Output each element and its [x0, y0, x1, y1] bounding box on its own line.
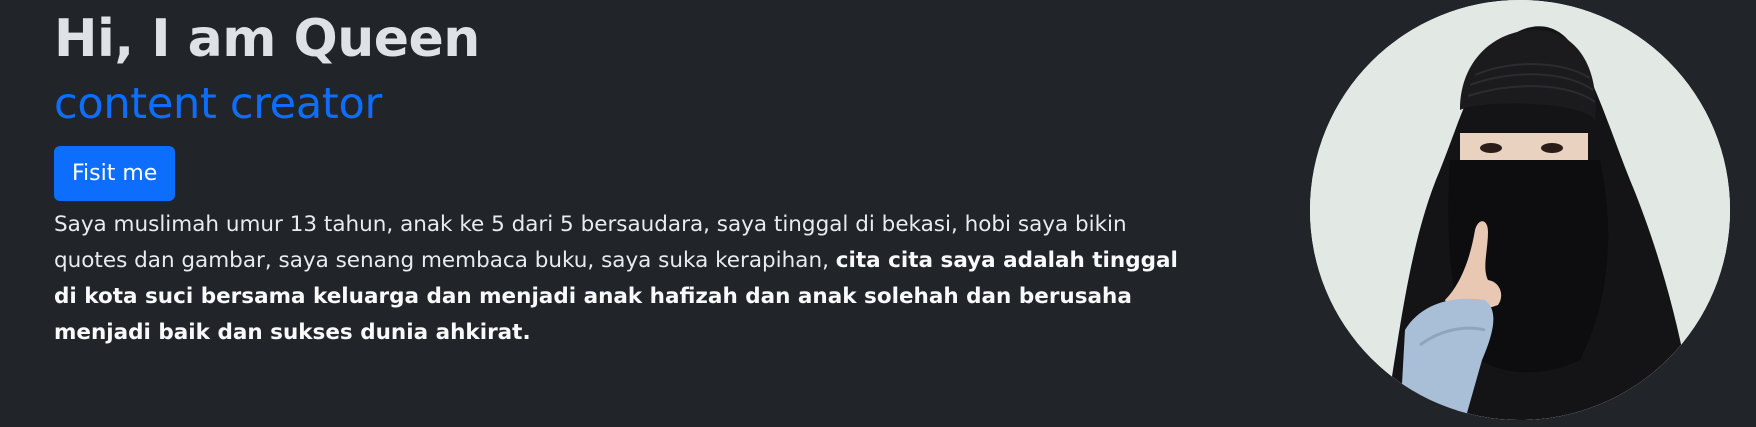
hero-section: Hi, I am Queen content creator Fisit me …: [54, 0, 1184, 351]
visit-me-button[interactable]: Fisit me: [54, 146, 176, 201]
bio-paragraph: Saya muslimah umur 13 tahun, anak ke 5 d…: [54, 207, 1184, 351]
role-subtitle: content creator: [54, 79, 382, 129]
greeting-heading: Hi, I am Queen: [54, 9, 480, 69]
profile-photo: [1310, 0, 1730, 420]
profile-photo-illustration: [1310, 0, 1730, 420]
